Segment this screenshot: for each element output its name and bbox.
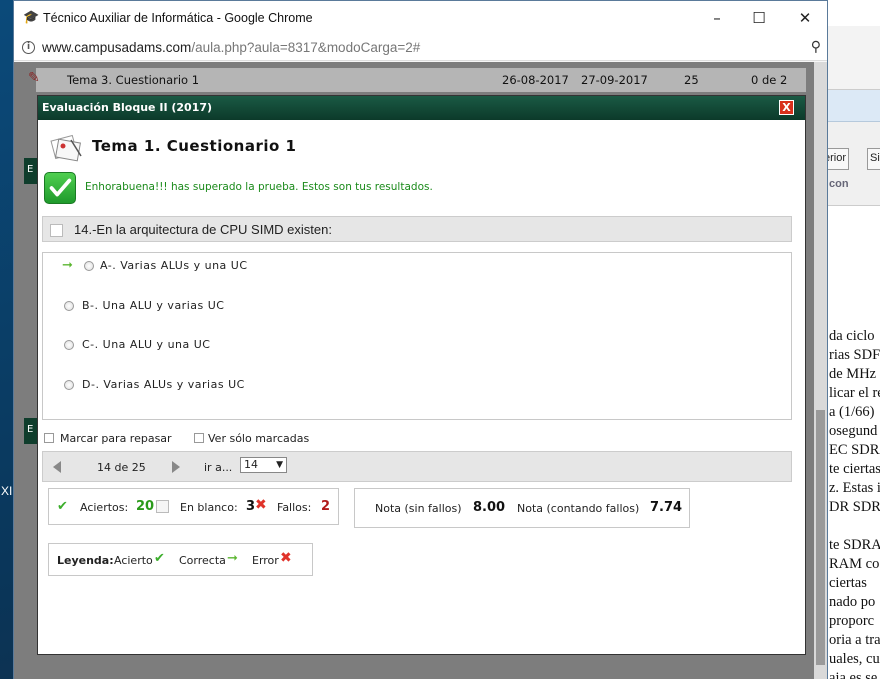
background-document-text: da ciclo rias SDF de MHz licar el re a (1/… <box>829 328 880 679</box>
answer-label: B-. Una ALU y varias UC <box>82 299 225 312</box>
answer-label: A-. Varias ALUs y una UC <box>100 259 248 272</box>
pager: 14 de 25 ir a... 14 ▼ <box>42 451 792 482</box>
results-stats: ✔ Aciertos: 20 En blanco: 3 ✖ Fallos: 2 <box>48 488 339 525</box>
answer-option[interactable]: ➞ A-. Varias ALUs y una UC <box>43 257 783 277</box>
maximize-button[interactable]: ☐ <box>744 7 774 29</box>
check-icon: ✔ <box>154 551 165 566</box>
blank-label: En blanco: <box>180 501 238 514</box>
row-progress: 0 de 2 <box>751 73 788 87</box>
page-scrollbar[interactable] <box>814 62 827 679</box>
answer-radio[interactable] <box>64 340 74 350</box>
answer-option[interactable]: D-. Varias ALUs y varias UC <box>43 376 783 396</box>
answer-radio[interactable] <box>64 301 74 311</box>
legend-correct-label: Correcta <box>179 554 226 567</box>
chrome-window: 🎓 Técnico Auxiliar de Informática - Goog… <box>13 0 828 679</box>
scrollbar-thumb[interactable] <box>816 410 825 665</box>
success-message: Enhorabuena!!! has superado la prueba. E… <box>85 181 433 193</box>
close-window-button[interactable]: ✕ <box>790 7 820 29</box>
grade-with-fail-value: 7.74 <box>650 500 683 515</box>
url-text[interactable]: www.campusadams.com/aula.php?aula=8317&m… <box>42 40 420 55</box>
grade-with-fail-label: Nota (contando fallos) <box>517 502 640 515</box>
grade-no-fail-value: 8.00 <box>473 500 506 515</box>
modal-title: Evaluación Bloque II (2017) <box>42 101 213 114</box>
modal-header: Evaluación Bloque II (2017) X <box>38 96 805 120</box>
course-row[interactable]: ✎ Tema 3. Cuestionario 1 26-08-2017 27-0… <box>28 68 806 92</box>
answer-option[interactable]: C-. Una ALU y una UC <box>43 336 783 356</box>
next-question-icon[interactable] <box>172 461 180 473</box>
background-toolbar <box>827 26 880 90</box>
mark-review-option[interactable]: Marcar para repasar <box>44 432 172 445</box>
fails-value: 2 <box>321 499 331 514</box>
question-text: 14.-En la arquitectura de CPU SIMD exist… <box>74 222 332 237</box>
cross-icon: ✖ <box>280 550 292 566</box>
answer-label: D-. Varias ALUs y varias UC <box>82 378 245 391</box>
title-bar[interactable]: 🎓 Técnico Auxiliar de Informática - Goog… <box>14 1 827 35</box>
answer-radio[interactable] <box>64 380 74 390</box>
row-title: Tema 3. Cuestionario 1 <box>67 73 200 87</box>
goto-select[interactable]: 14 ▼ <box>240 457 287 473</box>
background-ribbon <box>827 90 880 122</box>
check-icon: ✔ <box>57 499 68 514</box>
background-document-window: erior Si con da ciclo rias SDF de MHz lica… <box>826 0 880 679</box>
legend: Leyenda: Acierto ✔ Correcta ➞ Error ✖ <box>48 543 313 576</box>
answers-list: ➞ A-. Varias ALUs y una UC B-. Una ALU y… <box>42 252 792 420</box>
prev-question-icon[interactable] <box>53 461 61 473</box>
modal-close-button[interactable]: X <box>779 100 794 115</box>
quiz-cards-icon <box>50 134 82 162</box>
show-marked-option[interactable]: Ver sólo marcadas <box>194 432 309 445</box>
background-button-siguiente[interactable]: Si <box>867 148 880 170</box>
quiz-title: Tema 1. Cuestionario 1 <box>92 137 297 155</box>
blank-icon <box>156 500 169 513</box>
pencil-icon: ✎ <box>28 70 40 86</box>
desktop-side-text: XI <box>1 484 13 498</box>
mark-review-checkbox[interactable] <box>44 433 54 443</box>
row-date-end: 27-09-2017 <box>581 73 648 87</box>
row-count: 25 <box>684 73 699 87</box>
evaluation-modal: Evaluación Bloque II (2017) X Tema 1. Cu… <box>37 95 806 655</box>
answer-radio[interactable] <box>84 261 94 271</box>
show-marked-checkbox[interactable] <box>194 433 204 443</box>
background-button-anterior[interactable]: erior <box>827 148 850 170</box>
answer-label: C-. Una ALU y una UC <box>82 338 211 351</box>
minimize-button[interactable]: – <box>702 7 732 29</box>
hits-value: 20 <box>136 499 155 514</box>
zoom-icon[interactable]: ⚲ <box>811 39 821 55</box>
correct-arrow-icon: ➞ <box>227 551 238 566</box>
goto-label: ir a... <box>204 461 233 474</box>
background-label: con <box>829 178 849 190</box>
fails-label: Fallos: <box>277 501 312 514</box>
legend-error-label: Error <box>252 554 279 567</box>
pager-count: 14 de 25 <box>97 461 146 474</box>
hits-label: Aciertos: <box>80 501 129 514</box>
grade-no-fail-label: Nota (sin fallos) <box>375 502 462 515</box>
row-date-start: 26-08-2017 <box>502 73 569 87</box>
question-bar: 14.-En la arquitectura de CPU SIMD exist… <box>42 216 792 242</box>
window-title: Técnico Auxiliar de Informática - Google… <box>43 11 313 25</box>
legend-hit-label: Acierto <box>114 554 153 567</box>
graduation-cap-icon: 🎓 <box>23 10 40 25</box>
info-icon[interactable]: i <box>22 41 35 54</box>
address-bar[interactable]: i www.campusadams.com/aula.php?aula=8317… <box>14 35 827 61</box>
results-grades: Nota (sin fallos) 8.00 Nota (contando fa… <box>354 488 690 528</box>
answer-option[interactable]: B-. Una ALU y varias UC <box>43 297 783 317</box>
cross-icon: ✖ <box>255 497 267 513</box>
correct-arrow-icon: ➞ <box>62 258 73 273</box>
chevron-down-icon: ▼ <box>276 460 283 470</box>
blank-value: 3 <box>246 499 256 514</box>
question-checkbox[interactable] <box>50 224 63 237</box>
legend-title: Leyenda: <box>57 554 114 567</box>
success-check-icon <box>44 172 76 204</box>
